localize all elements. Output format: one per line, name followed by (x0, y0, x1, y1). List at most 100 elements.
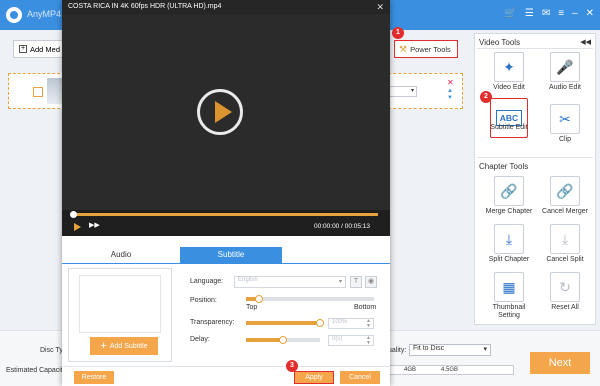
merge-chapter-tool[interactable]: 🔗 Merge Chapter (481, 176, 537, 216)
apply-button[interactable]: Apply (294, 371, 334, 384)
thumbnail-setting-label: Thumbnail Setting (492, 304, 526, 319)
transparency-knob[interactable] (316, 319, 324, 327)
language-select[interactable]: English ▾ (234, 276, 346, 288)
reorder-arrows-icon[interactable]: ▲ ▼ (447, 88, 453, 102)
microphone-icon: 🎤 (550, 52, 580, 82)
audio-edit-tool[interactable]: 🎤 Audio Edit (537, 52, 593, 92)
delay-label: Delay: (190, 336, 210, 343)
quality-label: uality: (388, 347, 407, 354)
format-select[interactable]: ▾ (389, 86, 417, 97)
delay-value: 0(s) (332, 336, 343, 342)
split-icon: ⤓ (494, 224, 524, 254)
file-checkbox[interactable] (33, 87, 43, 97)
progress-bar[interactable] (72, 213, 378, 216)
play-icon (215, 101, 232, 123)
video-edit-tool[interactable]: ✦ Video Edit (481, 52, 537, 92)
link-icon: 🔗 (494, 176, 524, 206)
quality-value: Fit to Disc (413, 345, 445, 352)
chapter-tools-heading: Chapter Tools (479, 162, 529, 171)
stepper-icon[interactable]: ▲ ▼ (366, 319, 371, 329)
transparency-field[interactable]: 100% ▲ ▼ (328, 318, 374, 329)
capacity-mark-4-5gb: 4.5GB (441, 367, 459, 373)
dialog-close-icon[interactable]: ✕ (376, 2, 384, 13)
clip-label: Clip (558, 136, 572, 143)
cancel-split-tool[interactable]: ⤓ Cancel Split (537, 224, 593, 264)
restore-button[interactable]: Restore (74, 371, 114, 384)
subtitle-edit-tool[interactable]: ABC Subtitle Edit (481, 98, 537, 138)
title-bar-icons: 🛒 ☰ ✉ ≡ – ✕ (504, 8, 594, 19)
step-badge-1: 1 (392, 27, 404, 39)
split-chapter-label: Split Chapter (488, 256, 530, 263)
chat-icon[interactable]: ✉ (542, 8, 550, 19)
delay-field[interactable]: 0(s) ▲ ▼ (328, 335, 374, 346)
plus-icon: + (100, 340, 107, 352)
transparency-fill (246, 321, 320, 325)
progress-knob[interactable] (70, 211, 77, 218)
menu-icon[interactable]: ☰ (525, 8, 534, 19)
magic-wand-icon: ✦ (494, 52, 524, 82)
big-play-button[interactable] (197, 89, 243, 135)
language-label: Language: (190, 278, 224, 285)
quality-select[interactable]: Fit to Disc ▾ (409, 344, 491, 356)
divider (477, 157, 593, 158)
video-preview[interactable] (62, 14, 390, 210)
tools-icon: ⚒ (399, 43, 408, 54)
reset-all-label: Reset All (551, 304, 579, 311)
list-icon[interactable]: ≡ (558, 8, 564, 19)
fast-forward-icon[interactable]: ▶▶ (89, 221, 100, 229)
image-icon: ▦ (494, 272, 524, 302)
power-tools-button[interactable]: ⚒ Power Tools (394, 40, 458, 58)
thumbnail-setting-tool[interactable]: ▦ Thumbnail Setting (481, 272, 537, 320)
tab-subtitle[interactable]: Subtitle (180, 247, 282, 263)
position-top-label: Top (246, 304, 258, 311)
cart-icon[interactable]: 🛒 (504, 8, 516, 19)
cancel-split-label: Cancel Split (546, 256, 584, 263)
stepper-icon[interactable]: ▲ ▼ (366, 336, 371, 346)
minimize-icon[interactable]: – (572, 8, 578, 19)
add-subtitle-button[interactable]: + Add Subtitle (90, 337, 158, 355)
language-value: English (238, 277, 258, 283)
subtitle-icon: ABC (490, 98, 528, 138)
remove-file-icon[interactable]: ✕ (447, 78, 454, 87)
delay-knob[interactable] (279, 336, 287, 344)
transparency-value: 100% (332, 319, 348, 325)
cancel-split-icon: ⤓ (550, 224, 580, 254)
subtitle-list-area (79, 275, 161, 333)
app-name: AnyMP4 (27, 9, 62, 19)
dialog-title-bar: COSTA RICA IN 4K 60fps HDR (ULTRA HD).mp… (62, 0, 390, 14)
tab-audio[interactable]: Audio (62, 247, 180, 263)
tab-underline (62, 263, 390, 264)
tools-panel: Video Tools ◀◀ ✦ Video Edit 🎤 Audio Edit… (474, 33, 596, 325)
delay-slider[interactable] (246, 336, 320, 344)
divider (477, 48, 593, 49)
power-tools-label: Power Tools (410, 44, 451, 54)
position-slider[interactable] (246, 295, 374, 303)
cancel-button[interactable]: Cancel (340, 371, 380, 384)
collapse-panel-icon[interactable]: ◀◀ (580, 38, 591, 46)
scissors-icon: ✂ (550, 104, 580, 134)
add-subtitle-label: Add Subtitle (109, 342, 148, 350)
split-chapter-tool[interactable]: ⤓ Split Chapter (481, 224, 537, 264)
clip-tool[interactable]: ✂ Clip (537, 104, 593, 144)
palette-icon[interactable]: ◉ (365, 276, 377, 288)
merge-chapter-label: Merge Chapter (485, 208, 533, 215)
play-control-icon[interactable] (74, 223, 81, 231)
subtitle-edit-label: Subtitle Edit (490, 124, 528, 131)
position-knob[interactable] (254, 295, 263, 303)
reset-icon: ↻ (550, 272, 580, 302)
next-button[interactable]: Next (530, 352, 590, 374)
chevron-down-icon: ▾ (483, 346, 487, 353)
capacity-mark-4gb: 4GB (404, 367, 417, 373)
close-icon[interactable]: ✕ (586, 8, 594, 19)
dialog-title: COSTA RICA IN 4K 60fps HDR (ULTRA HD).mp… (68, 3, 222, 10)
transparency-slider[interactable] (246, 319, 324, 327)
cancel-merger-tool[interactable]: 🔗 Cancel Merger (537, 176, 593, 216)
chevron-down-icon: ▾ (338, 279, 342, 285)
video-tools-heading: Video Tools (479, 38, 521, 47)
text-style-icon[interactable]: T (350, 276, 362, 288)
tab-row: Audio Subtitle (62, 247, 390, 263)
plus-icon: + (19, 45, 27, 53)
reset-all-tool[interactable]: ↻ Reset All (537, 272, 593, 312)
add-media-label: Add Med (30, 44, 61, 54)
cancel-merger-label: Cancel Merger (542, 208, 588, 215)
